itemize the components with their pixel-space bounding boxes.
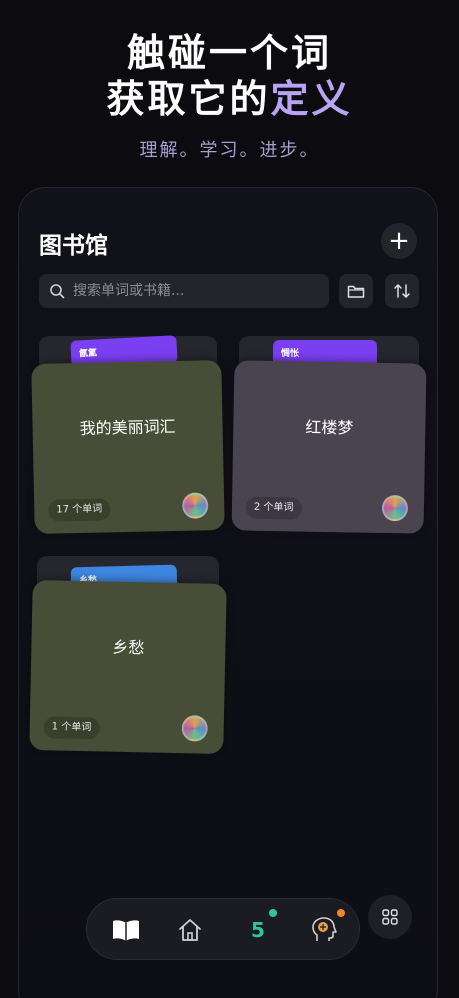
streak-badge-dot — [269, 909, 277, 917]
grid-icon — [382, 909, 398, 925]
bottom-nav: 5 — [86, 898, 360, 960]
nav-library[interactable] — [109, 913, 143, 947]
search-icon — [50, 284, 65, 299]
folder-icon — [347, 285, 365, 298]
hero-title-line2: 获取它的定义 — [0, 76, 459, 122]
book-folder-card[interactable]: 氤氲 我的美丽词汇 17 个单词 — [31, 335, 225, 534]
hero-title-line1: 触碰一个词 — [126, 31, 332, 75]
book-folder-card[interactable]: 乡愁 乡愁 1 个单词 — [29, 556, 227, 755]
grid-menu-button[interactable] — [368, 895, 412, 939]
search-input[interactable] — [73, 283, 329, 299]
hero-title-prefix: 获取它的 — [106, 77, 271, 121]
book-title: 乡愁 — [112, 637, 145, 658]
sort-button[interactable] — [385, 274, 419, 308]
folder-cover: 乡愁 1 个单词 — [29, 579, 227, 755]
avatar — [181, 492, 209, 519]
nav-streak[interactable]: 5 — [241, 909, 277, 947]
book-open-icon — [113, 920, 139, 941]
book-title: 我的美丽词汇 — [79, 417, 176, 439]
word-count-badge: 17 个单词 — [48, 498, 111, 522]
book-title: 红楼梦 — [305, 417, 354, 438]
book-folder-card[interactable]: 惆怅 红楼梦 2 个单词 — [231, 336, 427, 534]
hero-title-accent: 定义 — [270, 77, 353, 121]
streak-count: 5 — [251, 918, 265, 942]
sort-icon — [394, 284, 410, 298]
word-count-badge: 1 个单词 — [43, 716, 100, 740]
search-bar[interactable] — [39, 274, 329, 308]
word-count-badge: 2 个单词 — [245, 496, 302, 520]
home-icon — [179, 919, 201, 941]
library-panel: 图书馆 + 氤氲 我的美丽词汇 17 个单词 惆怅 — [18, 187, 438, 998]
brain-head-icon — [312, 917, 337, 941]
nav-home[interactable] — [173, 913, 207, 947]
add-book-button[interactable]: + — [381, 223, 417, 259]
hero-subtitle: 理解。学习。进步。 — [139, 140, 320, 161]
folder-cover: 红楼梦 2 个单词 — [231, 360, 427, 534]
nav-profile[interactable] — [307, 909, 345, 947]
notification-badge-dot — [337, 909, 345, 917]
page-title: 图书馆 — [39, 233, 108, 259]
folder-button[interactable] — [339, 274, 373, 308]
folder-cover: 我的美丽词汇 17 个单词 — [31, 360, 225, 534]
hero: 触碰一个词 获取它的定义 理解。学习。进步。 — [0, 30, 459, 162]
avatar — [181, 715, 208, 742]
plus-icon: + — [388, 226, 410, 256]
avatar — [381, 494, 409, 522]
